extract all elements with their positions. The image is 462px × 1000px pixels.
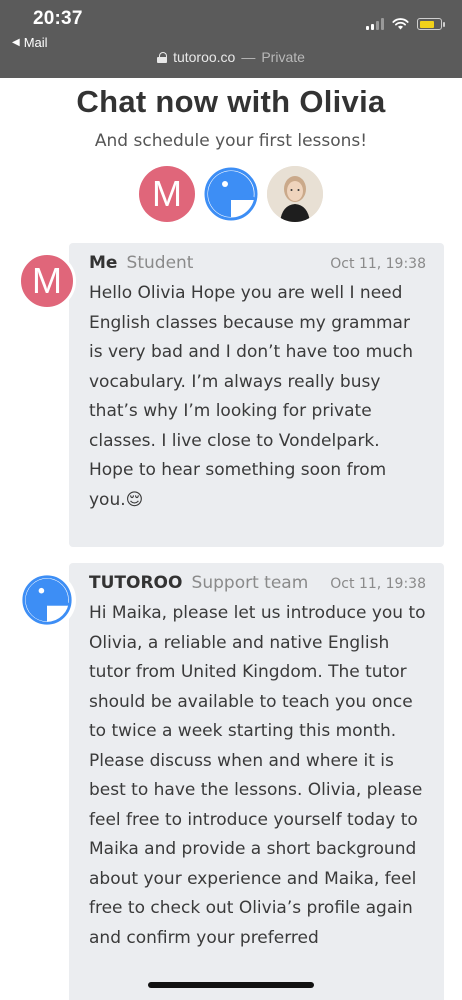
message-header: TUTOROO Support team Oct 11, 19:38 [89, 573, 426, 597]
message-timestamp: Oct 11, 19:38 [330, 256, 426, 272]
message-sender-block: Me Student [89, 253, 193, 273]
lock-icon [157, 51, 168, 63]
wifi-icon [392, 18, 409, 30]
avatar-student: M [139, 166, 195, 222]
olivia-photo [267, 166, 323, 222]
url-separator: — [241, 49, 256, 65]
message-role: Support team [191, 573, 309, 593]
url-bar[interactable]: tutoroo.co — Private [0, 49, 462, 65]
home-indicator[interactable] [148, 982, 314, 988]
page-subtitle: And schedule your first lessons! [94, 131, 368, 151]
message-header: Me Student Oct 11, 19:38 [89, 253, 426, 277]
message-role: Student [126, 253, 194, 273]
message-avatar-student: M [18, 252, 76, 310]
back-to-mail-link[interactable]: ◀ Mail [12, 35, 48, 50]
message-timestamp: Oct 11, 19:38 [330, 576, 426, 592]
avatar-student-letter: M [152, 173, 182, 214]
tutoroo-logo-icon [22, 575, 72, 625]
message-avatar-tutoroo [18, 571, 76, 629]
message-sender-block: TUTOROO Support team [89, 573, 308, 593]
url-domain: tutoroo.co [173, 49, 236, 65]
tutoroo-logo-icon [203, 166, 259, 222]
message-avatar-letter: M [32, 260, 62, 301]
back-mail-label: Mail [23, 35, 48, 50]
browser-top-bar: 20:37 ◀ Mail tutoroo.co — Private [0, 0, 462, 78]
message-text: Hello Olivia Hope you are well I need En… [89, 283, 414, 510]
message-text: Hi Maika, please let us introduce you to… [89, 603, 426, 948]
page-title: Chat now with Olivia [76, 84, 386, 119]
privacy-label: Private [261, 49, 305, 65]
battery-icon [417, 18, 445, 30]
message-bubble: TUTOROO Support team Oct 11, 19:38 Hi Ma… [69, 563, 444, 1000]
message-sender: TUTOROO [89, 573, 183, 593]
status-time: 20:37 [33, 8, 83, 29]
message-bubble: Me Student Oct 11, 19:38 Hello Olivia Ho… [69, 243, 444, 547]
message-sender: Me [89, 253, 118, 273]
back-arrow-icon: ◀ [12, 37, 20, 48]
signal-icon [366, 18, 384, 30]
system-icons [366, 18, 445, 30]
participant-avatars: M [0, 166, 462, 222]
